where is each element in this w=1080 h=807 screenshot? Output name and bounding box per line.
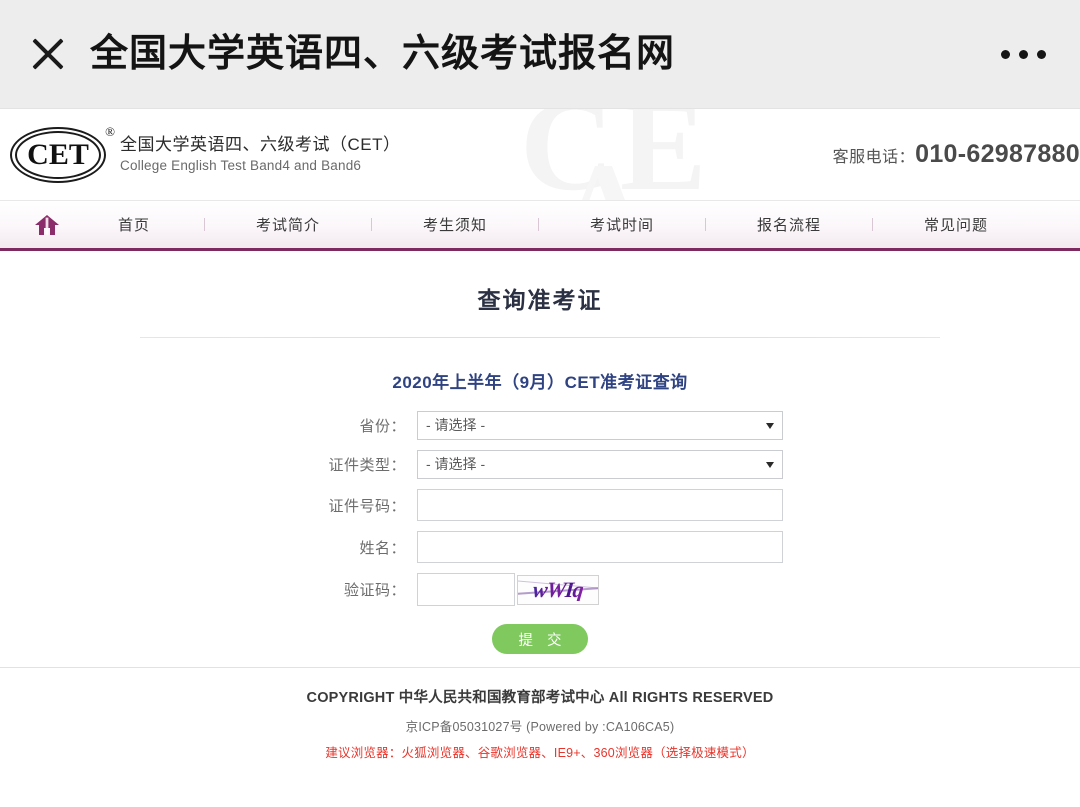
hotline-number: 010-62987880 <box>915 140 1080 168</box>
form-row-province: 省份： - 请选择 - <box>0 411 1080 440</box>
submit-row: 提 交 <box>0 624 1080 654</box>
close-icon[interactable] <box>28 34 68 74</box>
id-number-input[interactable] <box>417 489 783 521</box>
id-number-label: 证件号码： <box>328 497 406 515</box>
id-type-label: 证件类型： <box>328 457 406 474</box>
submit-button[interactable]: 提 交 <box>492 624 588 654</box>
name-field-wrap <box>417 531 783 563</box>
registered-trademark-icon: ® <box>105 123 115 139</box>
captcha-label: 验证码： <box>343 582 406 599</box>
nav-item-registration-process[interactable]: 报名流程 <box>741 214 837 235</box>
hotline-label: 客服电话： <box>832 149 916 166</box>
more-dots-icon[interactable] <box>997 40 1050 69</box>
header-watermark-1: CE <box>520 108 713 200</box>
nav-item-exam-intro[interactable]: 考试简介 <box>240 214 336 235</box>
form-row-id-type: 证件类型： - 请选择 - <box>0 450 1080 479</box>
province-select[interactable]: - 请选择 - <box>417 411 783 440</box>
dot-3 <box>1037 49 1046 59</box>
site-logo-words: 全国大学英语四、六级考试（CET） College English Test B… <box>120 134 401 174</box>
miniprogram-topbar: 全国大学英语四、六级考试报名网 <box>0 0 1080 108</box>
page-title-topbar: 全国大学英语四、六级考试报名网 <box>90 33 676 75</box>
id-type-field-wrap: - 请选择 - <box>417 450 783 479</box>
footer-browser-tip: 建议浏览器：火狐浏览器、谷歌浏览器、IE9+、360浏览器（选择极速模式） <box>325 746 755 760</box>
footer-icp: 京ICP备05031027号 (Powered by :CA106CA5) <box>405 720 675 734</box>
captcha-field-wrap: wWIq <box>417 573 783 606</box>
nav-divider <box>705 218 706 231</box>
name-label: 姓名： <box>359 539 406 557</box>
site-title-cn: 全国大学英语四、六级考试（CET） <box>120 135 401 155</box>
nav-divider <box>204 218 205 231</box>
id-type-select[interactable]: - 请选择 - <box>417 450 783 479</box>
footer-copyright: COPYRIGHT 中华人民共和国教育部考试中心 All RIGHTS RESE… <box>306 690 774 706</box>
captcha-input[interactable] <box>417 573 515 606</box>
id-number-field-wrap <box>417 489 783 521</box>
name-input[interactable] <box>417 531 783 563</box>
form-row-id-number: 证件号码： <box>0 489 1080 521</box>
province-label: 省份： <box>359 418 406 435</box>
main-navigation: 首页 考试简介 考生须知 考试时间 报名流程 常见问题 <box>0 200 1080 251</box>
main-content: 查询准考证 2020年上半年（9月）CET准考证查询 省份： - 请选择 - 证… <box>0 251 1080 667</box>
cet-logo-text: CET <box>27 137 89 171</box>
form-row-name: 姓名： <box>0 531 1080 563</box>
site-header: CE A CET ® 全国大学英语四、六级考试（CET） College Eng… <box>0 108 1080 200</box>
nav-divider <box>872 218 873 231</box>
province-field-wrap: - 请选择 - <box>417 411 783 440</box>
nav-item-faq[interactable]: 常见问题 <box>908 214 1004 235</box>
captcha-image-text: wWIq <box>531 576 585 602</box>
form-subtitle: 2020年上半年（9月）CET准考证查询 <box>392 373 688 392</box>
captcha-image[interactable]: wWIq <box>517 574 599 605</box>
header-watermark-2: A <box>560 145 653 201</box>
nav-item-candidate-notice[interactable]: 考生须知 <box>407 214 503 235</box>
nav-divider <box>538 218 539 231</box>
site-logo[interactable]: CET ® 全国大学英语四、六级考试（CET） College English … <box>10 124 401 183</box>
dot-2 <box>1019 49 1028 59</box>
nav-item-exam-time[interactable]: 考试时间 <box>574 214 670 235</box>
cet-logo-icon: CET ® <box>10 124 115 183</box>
title-divider <box>140 337 940 338</box>
home-icon[interactable] <box>34 214 60 236</box>
site-footer: COPYRIGHT 中华人民共和国教育部考试中心 All RIGHTS RESE… <box>0 667 1080 807</box>
site-title-en: College English Test Band4 and Band6 <box>120 157 362 173</box>
form-row-captcha: 验证码： wWIq <box>0 573 1080 606</box>
admission-ticket-query-form: 省份： - 请选择 - 证件类型： - 请选择 - 证件号码： 姓名： 验证码：… <box>0 411 1080 654</box>
dot-1 <box>1001 49 1010 59</box>
nav-divider <box>371 218 372 231</box>
nav-item-home[interactable]: 首页 <box>86 214 182 235</box>
page-title: 查询准考证 <box>477 287 603 313</box>
hotline: 客服电话： 010-62987880 <box>833 140 1080 169</box>
app-root: 全国大学英语四、六级考试报名网 CE A CET ® 全国大学英语四、六级考试（… <box>0 0 1080 807</box>
